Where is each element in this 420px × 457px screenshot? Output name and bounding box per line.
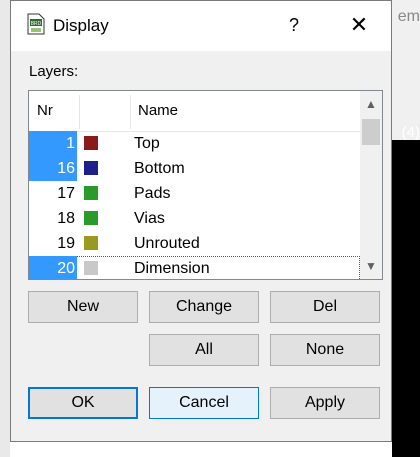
background-label: (4) [401, 124, 420, 141]
dialog-title: Display [53, 16, 109, 35]
background-app-left [0, 0, 10, 457]
layer-number: 1 [29, 131, 77, 156]
background-label: em [397, 8, 420, 25]
scroll-up-icon[interactable]: ▲ [360, 91, 382, 117]
layer-name: Top [134, 135, 160, 152]
close-button[interactable]: ✕ [343, 9, 375, 41]
new-button[interactable]: New [28, 291, 138, 323]
layer-number: 17 [57, 185, 75, 202]
layer-name: Pads [134, 185, 171, 202]
layer-color-swatch [84, 186, 98, 200]
vertical-scrollbar[interactable]: ▲ ▼ [360, 91, 382, 279]
apply-button[interactable]: Apply [270, 387, 380, 419]
scroll-down-icon[interactable]: ▼ [360, 253, 382, 279]
layer-name: Bottom [134, 160, 185, 177]
layer-number: 16 [29, 156, 77, 181]
layers-label: Layers: [29, 63, 79, 80]
layer-number: 19 [57, 235, 75, 252]
layer-color-swatch [84, 236, 98, 250]
layer-row[interactable]: 16 Bottom [29, 156, 360, 181]
layer-row[interactable]: 18 Vias [29, 206, 360, 231]
board-file-icon: BRD [27, 13, 45, 35]
ok-button[interactable]: OK [28, 387, 138, 419]
scroll-thumb[interactable] [362, 119, 380, 145]
layer-number: 20 [29, 256, 77, 279]
change-button[interactable]: Change [149, 291, 259, 323]
layer-name: Vias [134, 210, 165, 227]
layer-color-swatch [84, 136, 98, 150]
all-button[interactable]: All [149, 334, 259, 366]
layer-row[interactable]: 17 Pads [29, 181, 360, 206]
cancel-button[interactable]: Cancel [149, 387, 259, 419]
layer-row[interactable]: 19 Unrouted [29, 231, 360, 256]
column-divider[interactable] [130, 95, 131, 129]
layer-number: 18 [57, 210, 75, 227]
display-dialog: BRD Display ? ✕ Layers: Nr Name 1 Top 16… [10, 0, 392, 442]
layer-color-swatch [84, 261, 98, 275]
layer-name: Unrouted [134, 235, 200, 252]
svg-text:BRD: BRD [31, 21, 42, 27]
background-canvas [392, 140, 420, 457]
layer-name: Dimension [134, 260, 210, 277]
layer-row[interactable]: 1 Top [29, 131, 360, 156]
none-button[interactable]: None [270, 334, 380, 366]
column-divider[interactable] [79, 95, 80, 129]
layer-row[interactable]: 20 Dimension [29, 256, 360, 279]
layer-color-swatch [84, 211, 98, 225]
layers-list[interactable]: Nr Name 1 Top 16 Bottom 17 Pads 18 Vias … [28, 90, 383, 280]
del-button[interactable]: Del [270, 291, 380, 323]
title-bar[interactable]: BRD Display ? ✕ [11, 1, 391, 51]
layer-color-swatch [84, 161, 98, 175]
column-header-name[interactable]: Name [138, 91, 178, 131]
column-header-nr[interactable]: Nr [37, 91, 53, 131]
list-header: Nr Name [29, 91, 360, 132]
help-button[interactable]: ? [281, 9, 307, 41]
